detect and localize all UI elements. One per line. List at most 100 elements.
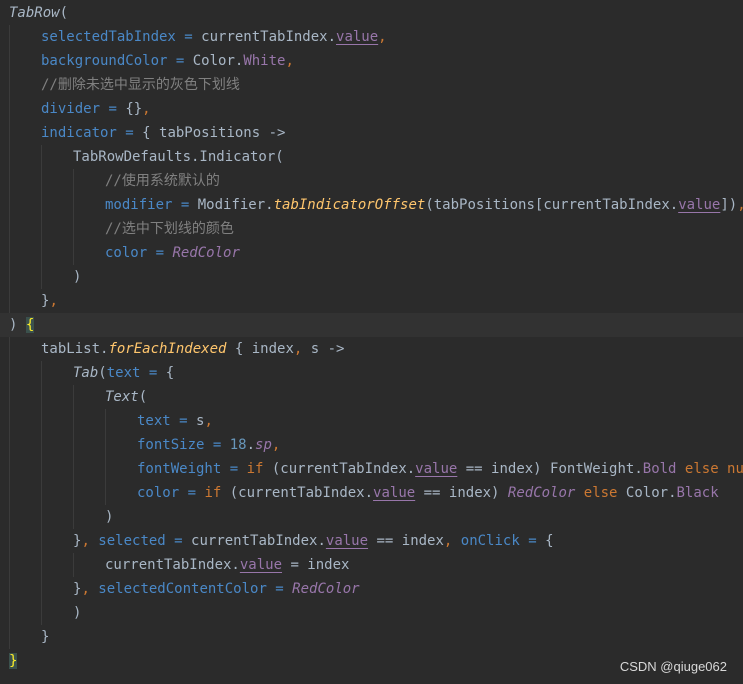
code-line[interactable]: fontSize = 18.sp, [0,433,743,457]
code-line[interactable]: currentTabIndex.value = index [0,553,743,577]
code-line[interactable]: selectedTabIndex = currentTabIndex.value… [0,25,743,49]
code-line[interactable]: ) [0,265,743,289]
code-line[interactable]: modifier = Modifier.tabIndicatorOffset(t… [0,193,743,217]
code-token: { index [226,341,294,357]
indent-guide [9,409,10,433]
code-token: selectedContentColor [98,581,267,597]
code-line[interactable]: divider = {}, [0,97,743,121]
indent-guide [9,577,10,601]
indent-guide [73,169,74,193]
code-line[interactable]: ) { [0,313,743,337]
code-line[interactable]: ) [0,505,743,529]
indent-guide [73,457,74,481]
indent-guide [9,241,10,265]
code-token: } [9,653,18,669]
indent-guide [9,337,10,361]
code-line[interactable]: Text( [0,385,743,409]
code-token: currentTabIndex. [105,557,240,573]
code-token: . [246,437,256,453]
code-token: , [204,413,213,429]
code-token: = [100,101,126,117]
code-token: Tab [73,365,99,381]
code-token: text [106,365,141,381]
code-token: ( [98,365,107,381]
code-line[interactable]: backgroundColor = Color.White, [0,49,743,73]
code-token: value [678,197,721,213]
code-token: = [167,53,193,69]
code-token: currentTabIndex. [191,533,326,549]
code-token: ) [73,269,82,285]
code-line[interactable]: Tab(text = { [0,361,743,385]
indent-guide [9,121,10,145]
indent-guide [41,505,42,529]
indent-guide [41,529,42,553]
code-token: tabList. [41,341,109,357]
indent-guide [105,409,106,433]
code-token: = index [282,557,350,573]
code-line[interactable]: color = if (currentTabIndex.value == ind… [0,481,743,505]
code-token: ) [73,605,82,621]
code-text: }, selectedContentColor = RedColor [73,577,360,601]
code-line[interactable]: TabRow( [0,1,743,25]
indent-guide [73,481,74,505]
code-text: modifier = Modifier.tabIndicatorOffset(t… [105,193,743,217]
code-line[interactable]: }, [0,289,743,313]
code-text: //删除未选中显示的灰色下划线 [41,73,240,97]
indent-guide [9,97,10,121]
code-token: = [519,533,546,549]
code-token: == index [368,533,444,549]
code-token: TabRow [9,5,60,21]
code-line[interactable]: TabRowDefaults.Indicator( [0,145,743,169]
code-token: TabRowDefaults.Indicator( [73,149,284,165]
indent-guide [9,529,10,553]
indent-guide [41,457,42,481]
code-text: }, selected = currentTabIndex.value == i… [73,529,554,553]
code-line[interactable]: } [0,625,743,649]
indent-guide [9,361,10,385]
code-line[interactable]: }, selected = currentTabIndex.value == i… [0,529,743,553]
code-text: TabRowDefaults.Indicator( [73,145,284,169]
code-editor[interactable]: TabRow(selectedTabIndex = currentTabInde… [0,0,743,684]
code-line[interactable]: indicator = { tabPositions -> [0,121,743,145]
indent-guide [9,193,10,217]
code-line[interactable]: tabList.forEachIndexed { index, s -> [0,337,743,361]
code-text: Text( [105,385,147,409]
code-text: backgroundColor = Color.White, [41,49,294,73]
code-token: fontWeight [137,461,222,477]
code-token: color [137,485,180,501]
code-line[interactable]: color = RedColor [0,241,743,265]
code-token: color [105,245,148,261]
code-token: = [140,365,166,381]
code-text: text = s, [137,409,213,433]
code-line[interactable]: //使用系统默认的 [0,169,743,193]
code-line[interactable]: }, selectedContentColor = RedColor [0,577,743,601]
indent-guide [9,73,10,97]
code-token: = [170,413,197,429]
code-line[interactable]: //删除未选中显示的灰色下划线 [0,73,743,97]
code-token: , [49,293,58,309]
code-token: = [179,485,205,501]
code-token: = [204,437,230,453]
code-text: } [9,649,18,673]
code-text: tabList.forEachIndexed { index, s -> [41,337,344,361]
code-token: s -> [302,341,345,357]
indent-guide [9,49,10,73]
code-token: , [81,533,99,549]
indent-guide [41,217,42,241]
code-token: RedColor [172,245,240,261]
indent-guide [41,241,42,265]
code-token: selectedTabIndex [41,29,176,45]
code-line[interactable]: ) [0,601,743,625]
code-text: ) [73,601,81,625]
code-line[interactable]: //选中下划线的颜色 [0,217,743,241]
code-text: TabRow( [9,1,68,25]
indent-guide [9,505,10,529]
indent-guide [73,553,74,577]
indent-guide [73,505,74,529]
code-line[interactable]: fontWeight = if (currentTabIndex.value =… [0,457,743,481]
code-token: , [737,197,743,213]
code-token: = [116,125,143,141]
code-line[interactable]: text = s, [0,409,743,433]
indent-guide [9,217,10,241]
code-token: ) [9,317,26,333]
